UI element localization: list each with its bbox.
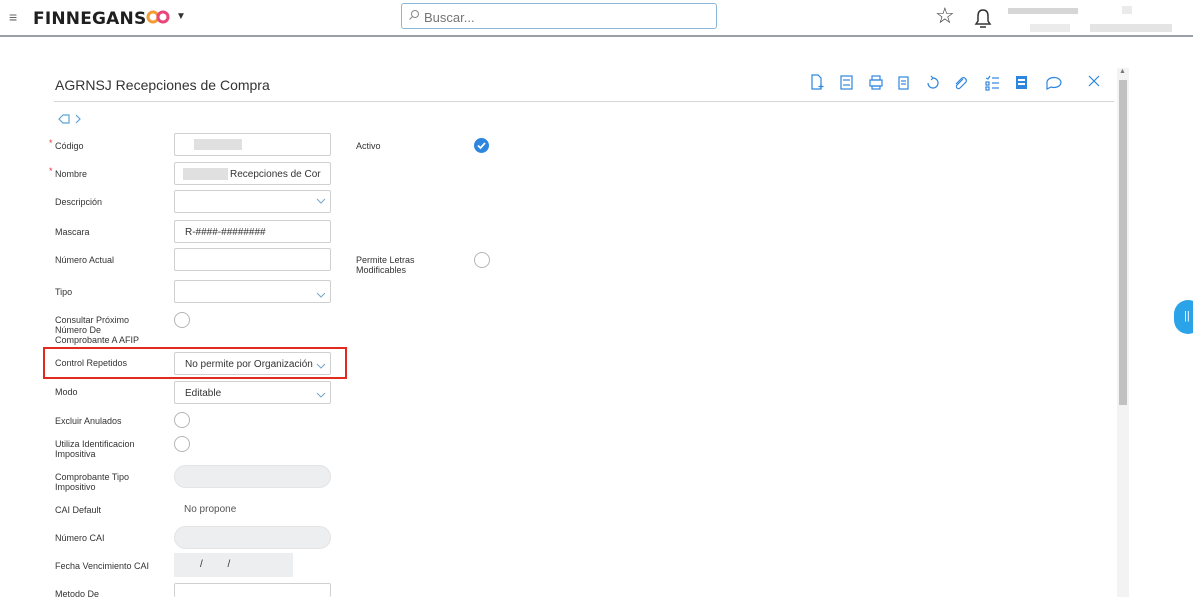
scroll-up-arrow-icon[interactable]: ▲ bbox=[1119, 68, 1126, 75]
fecha-vencimiento-cai-label: Fecha Vencimiento CAI bbox=[55, 561, 150, 571]
comprobante-tipo-input[interactable] bbox=[174, 465, 331, 488]
modo-select[interactable]: Editable bbox=[174, 381, 331, 404]
modo-value: Editable bbox=[185, 388, 222, 399]
nombre-input[interactable]: Recepciones de Cor bbox=[174, 162, 331, 185]
chevron-down-icon bbox=[316, 363, 326, 369]
brand-name: FINNEGANS bbox=[33, 9, 147, 29]
notification-bell-icon[interactable] bbox=[973, 7, 993, 29]
tipo-label: Tipo bbox=[55, 287, 73, 297]
control-repetidos-select[interactable]: No permite por Organización bbox=[174, 352, 331, 375]
pause-icon: || bbox=[1184, 310, 1190, 322]
numero-actual-input[interactable] bbox=[174, 248, 331, 271]
codigo-input[interactable] bbox=[174, 133, 331, 156]
permite-letras-toggle[interactable] bbox=[474, 252, 490, 268]
user-org-redacted bbox=[1090, 24, 1172, 32]
user-info-redacted bbox=[1030, 24, 1070, 32]
user-avatar-redacted[interactable] bbox=[1008, 8, 1078, 14]
check-icon bbox=[477, 142, 486, 150]
activo-label: Activo bbox=[356, 141, 381, 151]
numero-actual-label: Número Actual bbox=[55, 255, 115, 265]
mascara-input[interactable]: R-####-######## bbox=[174, 220, 331, 243]
fecha-vencimiento-cai-input[interactable]: / / bbox=[174, 553, 293, 577]
nombre-prefix-redacted bbox=[183, 168, 228, 180]
history-icon[interactable] bbox=[927, 75, 939, 89]
consultar-afip-toggle[interactable] bbox=[174, 312, 190, 328]
modo-label: Modo bbox=[55, 387, 78, 397]
toolbar bbox=[811, 74, 1100, 91]
close-icon[interactable] bbox=[1088, 75, 1100, 87]
scrollbar-thumb[interactable] bbox=[1119, 80, 1127, 405]
comprobante-tipo-label: Comprobante Tipo Impositivo bbox=[55, 472, 130, 492]
numero-cai-input[interactable] bbox=[174, 526, 331, 549]
codigo-value-redacted bbox=[194, 139, 242, 150]
search-box[interactable] bbox=[401, 3, 717, 29]
control-repetidos-label: Control Repetidos bbox=[55, 358, 128, 368]
title-divider bbox=[54, 101, 1114, 102]
descripcion-label: Descripción bbox=[55, 197, 103, 207]
chevron-down-icon bbox=[316, 198, 326, 204]
comment-icon[interactable] bbox=[1046, 76, 1062, 90]
top-bar: ≡ FINNEGANS ▼ ☆ bbox=[0, 0, 1193, 37]
nombre-label: * Nombre bbox=[49, 166, 88, 179]
metodo-input[interactable] bbox=[174, 583, 331, 597]
save-icon[interactable] bbox=[840, 75, 853, 90]
utiliza-identificacion-toggle[interactable] bbox=[174, 436, 190, 452]
search-input[interactable] bbox=[422, 6, 706, 28]
nombre-value: Recepciones de Cor bbox=[230, 169, 321, 180]
chevron-down-icon bbox=[316, 292, 326, 298]
codigo-label: * Código bbox=[49, 138, 84, 151]
descripcion-select[interactable] bbox=[174, 190, 331, 213]
print-icon[interactable] bbox=[869, 75, 883, 90]
brand-dropdown-icon[interactable]: ▼ bbox=[176, 11, 186, 22]
new-document-icon[interactable] bbox=[811, 74, 824, 90]
page-title: AGRNSJ Recepciones de Compra bbox=[55, 77, 270, 93]
attachment-icon[interactable] bbox=[955, 77, 967, 90]
consultar-afip-label: Consultar Próximo Número De Comprobante … bbox=[55, 315, 140, 345]
activo-checkbox[interactable] bbox=[474, 138, 489, 153]
excluir-anulados-label: Excluir Anulados bbox=[55, 416, 122, 426]
mascara-label: Mascara bbox=[55, 227, 90, 237]
mascara-value: R-####-######## bbox=[185, 227, 266, 238]
excluir-anulados-toggle[interactable] bbox=[174, 412, 190, 428]
tag-icon[interactable] bbox=[57, 113, 87, 125]
favorite-star-icon[interactable]: ☆ bbox=[935, 5, 955, 27]
fecha-vencimiento-cai-value: / / bbox=[200, 559, 242, 570]
search-icon bbox=[409, 10, 419, 20]
numero-cai-label: Número CAI bbox=[55, 533, 105, 543]
chevron-down-icon bbox=[316, 392, 326, 398]
side-panel-handle[interactable]: || bbox=[1174, 300, 1193, 334]
permite-letras-label: Permite Letras Modificables bbox=[356, 255, 415, 275]
form-icon[interactable] bbox=[1016, 76, 1027, 89]
metodo-label: Metodo De bbox=[55, 589, 100, 599]
cai-default-value: No propone bbox=[184, 504, 237, 515]
cai-default-label: CAI Default bbox=[55, 505, 102, 515]
copy-icon[interactable] bbox=[898, 76, 909, 90]
tipo-select[interactable] bbox=[174, 280, 331, 303]
control-repetidos-value: No permite por Organización bbox=[185, 359, 313, 370]
brand-logo-icon bbox=[146, 10, 170, 24]
utiliza-identificacion-label: Utiliza Identificacion Impositiva bbox=[55, 439, 135, 459]
checklist-icon[interactable] bbox=[985, 75, 999, 91]
user-extra-redacted bbox=[1122, 6, 1132, 14]
menu-icon[interactable]: ≡ bbox=[9, 9, 17, 25]
